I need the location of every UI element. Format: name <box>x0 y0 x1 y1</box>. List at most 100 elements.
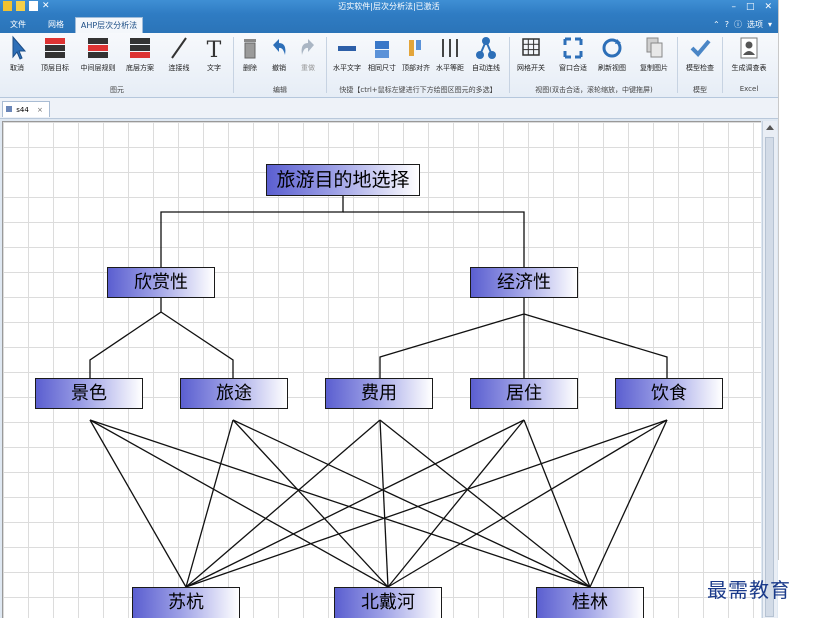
top-align-icon <box>409 40 421 56</box>
copy-image-button[interactable]: 复制图片 <box>634 35 674 77</box>
bottom-plan-button[interactable]: 底层方案 <box>120 35 160 77</box>
fit-window-button[interactable]: 窗口合适 <box>554 35 592 77</box>
connector-line <box>523 313 668 378</box>
criteria-node[interactable]: 经济性 <box>470 267 578 298</box>
subcriteria-node[interactable]: 饮食 <box>615 378 723 409</box>
top-align-label: 顶部对齐 <box>402 64 430 72</box>
group-excel-label: Excel <box>739 85 759 93</box>
tab-ahp[interactable]: AHP层次分析法 <box>75 17 143 33</box>
cursor-arrow-icon <box>12 35 27 60</box>
app-window: ✕ 迈实软件|层次分析法|已激活 – □ ✕ 文件 网格 AHP层次分析法 ⌃ … <box>0 0 778 618</box>
horizontal-spacing-button[interactable]: 水平等距 <box>433 35 467 77</box>
group-separator <box>509 37 510 93</box>
goal-node[interactable]: 旅游目的地选择 <box>266 164 420 196</box>
auto-connect-button[interactable]: 自动连线 <box>468 35 504 77</box>
connector-line <box>160 311 234 378</box>
chevron-down-icon[interactable]: ▾ <box>768 17 772 33</box>
grid-toggle-label: 网格开关 <box>517 64 545 72</box>
alternative-node[interactable]: 苏杭 <box>132 587 240 618</box>
group-separator <box>233 37 234 93</box>
auto-connect-icon <box>476 37 496 59</box>
redo-button[interactable]: 重做 <box>294 35 322 77</box>
connector-line <box>160 196 344 269</box>
svg-text:T: T <box>207 38 222 61</box>
vertical-scrollbar[interactable] <box>762 121 777 618</box>
model-check-button[interactable]: 模型检查 <box>680 35 720 77</box>
checkmark-icon <box>690 39 711 57</box>
drawing-canvas[interactable]: 旅游目的地选择 欣赏性 经济性 景色 旅途 费用 居住 饮食 苏杭 北戴河 桂林 <box>2 121 761 618</box>
delete-button[interactable]: 删除 <box>236 35 264 77</box>
scroll-up-icon[interactable] <box>766 125 774 130</box>
connector-line <box>379 298 525 378</box>
same-size-icon <box>375 41 389 58</box>
tab-grid[interactable]: 网格 <box>40 17 72 33</box>
minimize-icon[interactable]: – <box>731 0 736 14</box>
subcriteria-node[interactable]: 旅途 <box>180 378 288 409</box>
tab-file[interactable]: 文件 <box>4 17 32 33</box>
auto-connect-label: 自动连线 <box>472 64 500 72</box>
horizontal-text-icon <box>338 46 356 51</box>
middle-layer-icon <box>88 38 108 58</box>
window-title: 迈实软件|层次分析法|已激活 <box>338 2 440 11</box>
text-label: 文字 <box>207 64 221 72</box>
generate-survey-button[interactable]: 生成调查表 <box>724 35 774 77</box>
criteria-node[interactable]: 欣赏性 <box>107 267 215 298</box>
copy-image-label: 复制图片 <box>640 64 668 72</box>
refresh-view-label: 刷新视图 <box>598 64 626 72</box>
group-quick-label: 快捷【ctrl+鼠标左键进行下方绘图区图元的多选】 <box>339 86 497 94</box>
horizontal-text-button[interactable]: 水平文字 <box>329 35 365 77</box>
subcriteria-node[interactable]: 居住 <box>470 378 578 409</box>
fit-window-label: 窗口合适 <box>559 64 587 72</box>
refresh-view-button[interactable]: 刷新视图 <box>594 35 630 77</box>
cancel-label: 取消 <box>10 64 24 72</box>
close-tab-icon[interactable]: × <box>37 106 43 114</box>
undo-button[interactable]: 撤销 <box>265 35 293 77</box>
group-edit-label: 编辑 <box>273 86 287 94</box>
alternative-node[interactable]: 北戴河 <box>334 587 442 618</box>
ribbon-tab-bar: 文件 网格 AHP层次分析法 ⌃ ? ⓘ 选项 ▾ <box>0 14 778 33</box>
horizontal-text-label: 水平文字 <box>333 64 361 72</box>
same-size-button[interactable]: 相同尺寸 <box>365 35 399 77</box>
cancel-button[interactable]: 取消 <box>2 35 32 77</box>
panel-divider <box>778 0 779 560</box>
document-icon <box>6 106 12 112</box>
text-button[interactable]: T 文字 <box>199 35 229 77</box>
top-goal-button[interactable]: 顶层目标 <box>36 35 74 77</box>
bottom-plan-label: 底层方案 <box>126 64 154 72</box>
bottom-layer-icon <box>130 38 150 58</box>
undo-label: 撤销 <box>272 64 286 72</box>
mesh-lines <box>89 419 668 588</box>
connect-line-button[interactable]: 连接线 <box>163 35 195 77</box>
delete-label: 删除 <box>243 64 257 72</box>
help-icon[interactable]: ? <box>725 17 729 33</box>
options-menu[interactable]: 选项 <box>747 17 763 33</box>
group-separator <box>722 37 723 93</box>
trash-icon <box>244 39 256 59</box>
ribbon-toolbar: 取消 顶层目标 中间层规则 底层方案 连接线 T 文字 图元 删除 撤销 重做 … <box>0 33 778 98</box>
subcriteria-node[interactable]: 景色 <box>35 378 143 409</box>
copy-image-icon <box>646 37 663 58</box>
middle-rule-button[interactable]: 中间层规则 <box>76 35 120 77</box>
info-icon[interactable]: ⓘ <box>734 17 742 33</box>
fit-window-icon <box>563 37 583 59</box>
maximize-icon[interactable]: □ <box>746 0 755 14</box>
title-bar: ✕ 迈实软件|层次分析法|已激活 – □ ✕ <box>0 0 778 14</box>
close-window-icon[interactable]: ✕ <box>764 0 772 14</box>
group-model-label: 模型 <box>693 86 707 94</box>
refresh-icon <box>602 38 622 58</box>
watermark-text: 最需教育 <box>707 578 791 602</box>
window-controls: – □ ✕ <box>731 0 772 14</box>
group-separator <box>677 37 678 93</box>
same-size-label: 相同尺寸 <box>368 64 396 72</box>
scrollbar-thumb[interactable] <box>765 137 774 617</box>
redo-label: 重做 <box>301 64 315 72</box>
connector-line <box>89 298 162 378</box>
collapse-ribbon-icon[interactable]: ⌃ <box>713 17 720 33</box>
top-align-button[interactable]: 顶部对齐 <box>399 35 433 77</box>
document-tab[interactable]: s44 × <box>2 101 50 117</box>
grid-toggle-button[interactable]: 网格开关 <box>512 35 550 77</box>
right-blank-panel <box>778 0 827 618</box>
subcriteria-node[interactable]: 费用 <box>325 378 433 409</box>
connector-lines <box>89 196 668 588</box>
alternative-node[interactable]: 桂林 <box>536 587 644 618</box>
